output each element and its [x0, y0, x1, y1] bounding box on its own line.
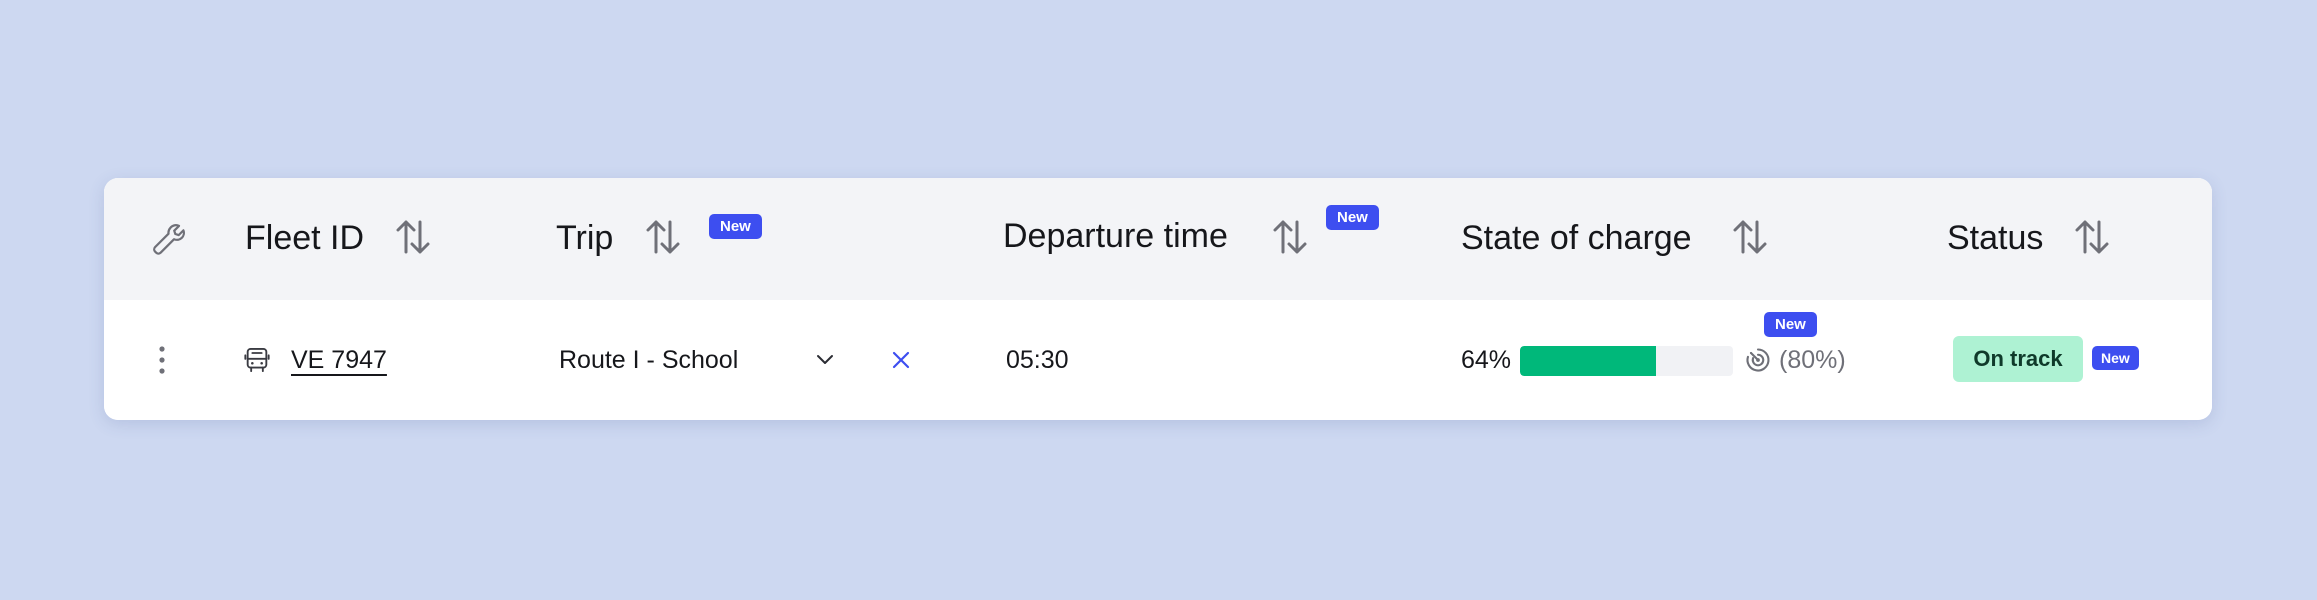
status-badge: On track: [1953, 336, 2083, 382]
sort-icon[interactable]: [395, 217, 431, 257]
new-badge: New: [2092, 346, 2139, 370]
more-options-icon[interactable]: [156, 344, 168, 376]
sort-icon[interactable]: [645, 217, 681, 257]
soc-progress-bar: [1520, 346, 1733, 376]
soc-target-value: (80%): [1779, 346, 1846, 374]
column-header-state-of-charge[interactable]: State of charge: [1461, 216, 1692, 260]
new-badge: New: [1326, 205, 1379, 230]
column-header-departure-time[interactable]: Departure time: [1003, 214, 1228, 258]
clear-trip-icon[interactable]: [891, 350, 911, 370]
soc-progress-fill: [1520, 346, 1657, 376]
column-header-trip[interactable]: Trip: [556, 216, 613, 260]
charge-target-icon[interactable]: [1744, 346, 1772, 374]
column-header-status[interactable]: Status: [1947, 216, 2043, 260]
departure-time-value: 05:30: [1006, 346, 1069, 374]
trip-select-value[interactable]: Route I - School: [559, 343, 738, 377]
new-badge: New: [1764, 312, 1817, 337]
table-header: Fleet ID Trip New Departure time New Sta…: [104, 178, 2212, 300]
bus-icon: [244, 347, 270, 373]
new-badge: New: [709, 214, 762, 239]
soc-value: 64%: [1461, 346, 1512, 374]
column-header-fleet-id[interactable]: Fleet ID: [245, 216, 364, 260]
wrench-icon[interactable]: [147, 218, 185, 256]
sort-icon[interactable]: [1732, 217, 1768, 257]
chevron-down-icon[interactable]: [814, 350, 836, 370]
sort-icon[interactable]: [1272, 217, 1308, 257]
fleet-id-link[interactable]: VE 7947: [291, 343, 387, 377]
sort-icon[interactable]: [2074, 217, 2110, 257]
fleet-table: Fleet ID Trip New Departure time New Sta…: [104, 178, 2212, 420]
table-row: VE 7947 Route I - School 05:30 64% New (…: [104, 300, 2212, 420]
